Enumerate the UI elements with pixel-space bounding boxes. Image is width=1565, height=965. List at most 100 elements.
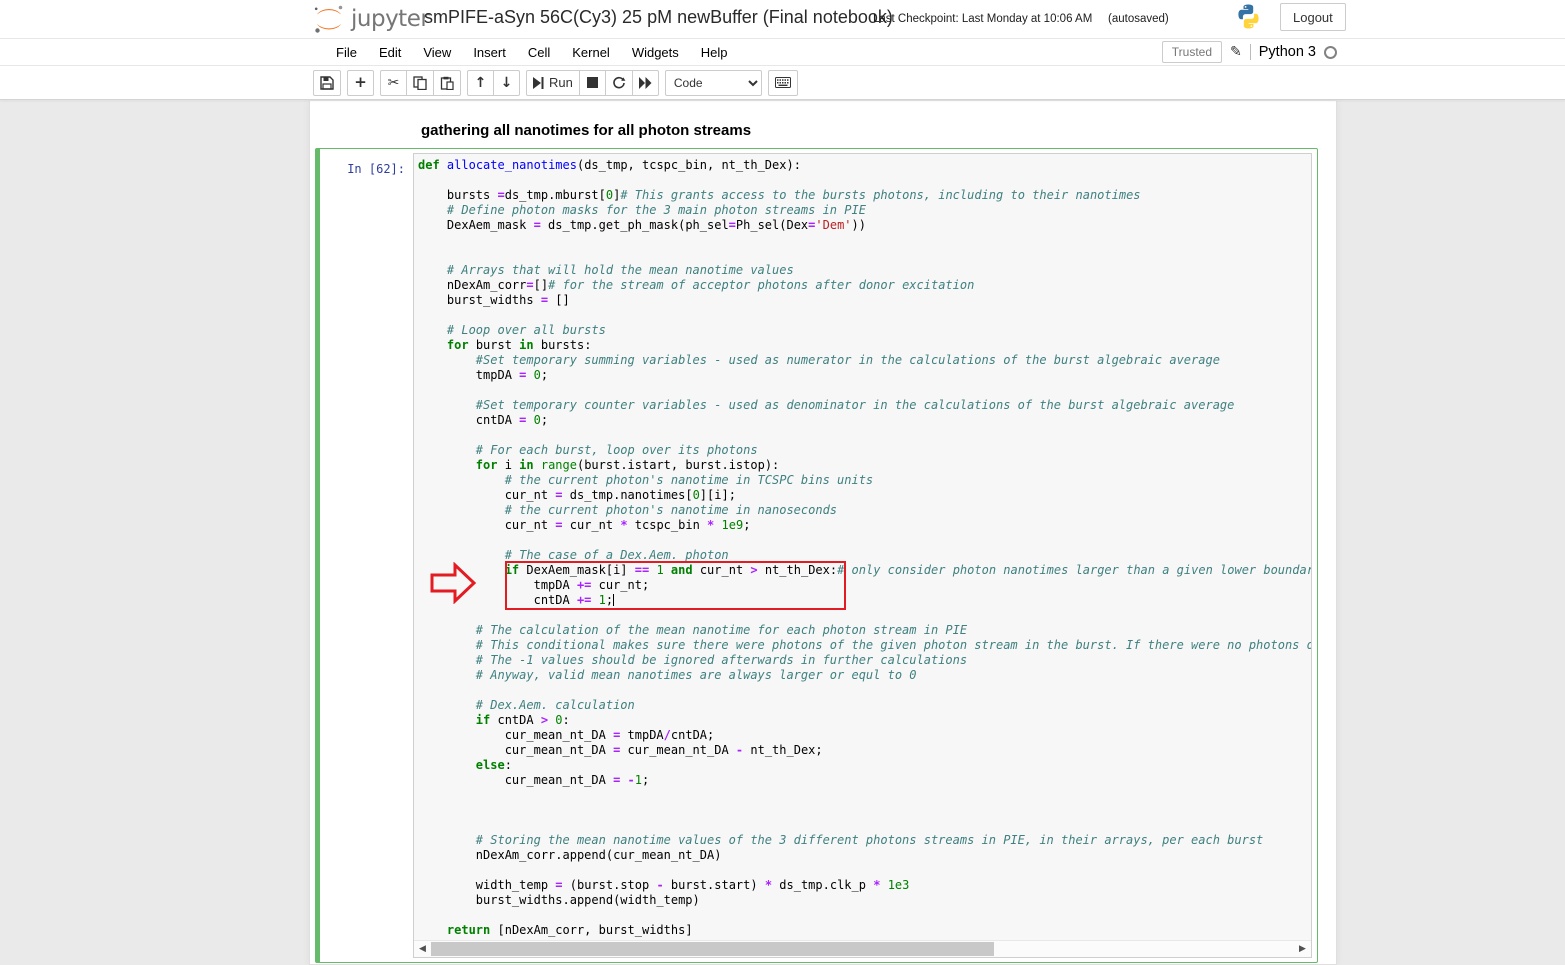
code-line: cur_mean_nt_DA = -1; [418, 773, 1311, 788]
code-line [418, 233, 1311, 248]
arrow-down-icon: ↓ [501, 76, 513, 90]
jupyter-logo-text: jupyter [351, 6, 429, 32]
code-line: # the current photon's nanotime in nanos… [418, 503, 1311, 518]
menu-item-help[interactable]: Help [690, 40, 739, 65]
menu-bar: FileEditViewInsertCellKernelWidgetsHelp … [0, 38, 1565, 66]
move-cell-up-button[interactable]: ↑ [467, 70, 494, 96]
text-cursor [613, 594, 614, 606]
code-line: # Dex.Aem. calculation [418, 698, 1311, 713]
logout-button[interactable]: Logout [1280, 3, 1346, 31]
code-cell[interactable]: In [62]: def allocate_nanotimes(ds_tmp, … [315, 148, 1318, 963]
notebook-site-background: gathering all nanotimes for all photon s… [0, 101, 1565, 965]
code-line: if cntDA > 0: [418, 713, 1311, 728]
cut-cells-button[interactable]: ✂ [380, 70, 407, 96]
scrollbar-right-arrow[interactable]: ▶ [1294, 941, 1311, 957]
restart-icon [612, 76, 626, 90]
copy-icon [413, 76, 427, 90]
code-line: nDexAm_corr=[]# for the stream of accept… [418, 278, 1311, 293]
code-line [418, 908, 1311, 923]
menu-item-cell[interactable]: Cell [517, 40, 561, 65]
code-line: cur_mean_nt_DA = tmpDA/cntDA; [418, 728, 1311, 743]
code-line [418, 383, 1311, 398]
menu-item-insert[interactable]: Insert [462, 40, 517, 65]
arrow-up-icon: ↑ [475, 76, 487, 90]
stop-icon [587, 77, 598, 88]
menu-right-indicators: Trusted ✎ Python 3 [1162, 39, 1337, 65]
code-line [418, 608, 1311, 623]
code-line [418, 803, 1311, 818]
step-forward-icon [533, 77, 544, 89]
code-line: return [nDexAm_corr, burst_widths] [418, 923, 1311, 938]
code-line: # Arrays that will hold the mean nanotim… [418, 263, 1311, 278]
restart-kernel-button[interactable] [605, 70, 633, 96]
code-line: cntDA += 1; [418, 593, 1311, 608]
code-line: def allocate_nanotimes(ds_tmp, tcspc_bin… [418, 158, 1311, 173]
scrollbar-thumb[interactable] [431, 942, 994, 956]
code-line: # The -1 values should be ignored afterw… [418, 653, 1311, 668]
code-line: # Storing the mean nanotime values of th… [418, 833, 1311, 848]
code-line: # Define photon masks for the 3 main pho… [418, 203, 1311, 218]
code-line: # Loop over all bursts [418, 323, 1311, 338]
notebook-container: gathering all nanotimes for all photon s… [309, 101, 1337, 965]
code-line: #Set temporary counter variables - used … [418, 398, 1311, 413]
code-line: bursts =ds_tmp.mburst[0]# This grants ac… [418, 188, 1311, 203]
scrollbar-left-arrow[interactable]: ◀ [414, 941, 431, 957]
menu-item-file[interactable]: File [325, 40, 368, 65]
jupyter-logo-icon [313, 4, 345, 34]
menu-item-edit[interactable]: Edit [368, 40, 412, 65]
code-editor[interactable]: def allocate_nanotimes(ds_tmp, tcspc_bin… [413, 153, 1312, 958]
code-line: cur_mean_nt_DA = cur_mean_nt_DA - nt_th_… [418, 743, 1311, 758]
save-button[interactable] [313, 70, 341, 96]
command-palette-button[interactable] [768, 70, 798, 96]
autosave-status: (autosaved) [1108, 13, 1169, 25]
code-line [418, 788, 1311, 803]
code-line: else: [418, 758, 1311, 773]
code-line [418, 818, 1311, 833]
code-line [418, 173, 1311, 188]
code-line: burst_widths.append(width_temp) [418, 893, 1311, 908]
code-horizontal-scrollbar[interactable]: ◀ ▶ [414, 940, 1311, 957]
code-line: # This conditional makes sure there were… [418, 638, 1311, 653]
code-lines: def allocate_nanotimes(ds_tmp, tcspc_bin… [414, 154, 1311, 938]
paste-cells-button[interactable] [433, 70, 461, 96]
code-line: tmpDA += cur_nt; [418, 578, 1311, 593]
kernel-idle-indicator-icon [1324, 46, 1337, 59]
kernel-name-label: Python 3 [1259, 44, 1316, 60]
move-cell-down-button[interactable]: ↓ [493, 70, 520, 96]
restart-run-all-button[interactable] [632, 70, 659, 96]
code-line: cur_nt = cur_nt * tcspc_bin * 1e9; [418, 518, 1311, 533]
code-line [418, 308, 1311, 323]
code-line: # For each burst, loop over its photons [418, 443, 1311, 458]
logo-row: jupyter smPIFE-aSyn 56C(Cy3) 25 pM newBu… [0, 0, 1565, 38]
markdown-heading[interactable]: gathering all nanotimes for all photon s… [421, 122, 751, 139]
code-line: for burst in bursts: [418, 338, 1311, 353]
insert-cell-button[interactable]: + [347, 70, 374, 96]
copy-cells-button[interactable] [406, 70, 434, 96]
notebook-title[interactable]: smPIFE-aSyn 56C(Cy3) 25 pM newBuffer (Fi… [424, 7, 893, 28]
plus-icon: + [354, 75, 367, 90]
checkpoint-status: Last Checkpoint: Last Monday at 10:06 AM [873, 13, 1092, 25]
notebook-header: jupyter smPIFE-aSyn 56C(Cy3) 25 pM newBu… [0, 0, 1565, 100]
menu-item-view[interactable]: View [412, 40, 462, 65]
jupyter-logo[interactable]: jupyter [313, 4, 429, 34]
menu-divider [1250, 44, 1251, 60]
interrupt-kernel-button[interactable] [579, 70, 606, 96]
code-line [418, 683, 1311, 698]
code-line: burst_widths = [] [418, 293, 1311, 308]
floppy-icon [320, 76, 334, 90]
menu-item-kernel[interactable]: Kernel [561, 40, 621, 65]
run-cell-button[interactable]: Run [526, 70, 580, 96]
run-button-label: Run [549, 75, 573, 90]
trusted-button[interactable]: Trusted [1162, 41, 1222, 63]
code-line [418, 863, 1311, 878]
code-line [418, 533, 1311, 548]
menu-items: FileEditViewInsertCellKernelWidgetsHelp [325, 40, 739, 65]
code-line: cntDA = 0; [418, 413, 1311, 428]
python-logo-icon [1235, 3, 1262, 30]
code-line: # Anyway, valid mean nanotimes are alway… [418, 668, 1311, 683]
cell-type-dropdown[interactable]: Code [665, 70, 762, 96]
keyboard-icon [775, 77, 791, 88]
menu-item-widgets[interactable]: Widgets [621, 40, 690, 65]
code-line: #Set temporary summing variables - used … [418, 353, 1311, 368]
code-line: for i in range(burst.istart, burst.istop… [418, 458, 1311, 473]
